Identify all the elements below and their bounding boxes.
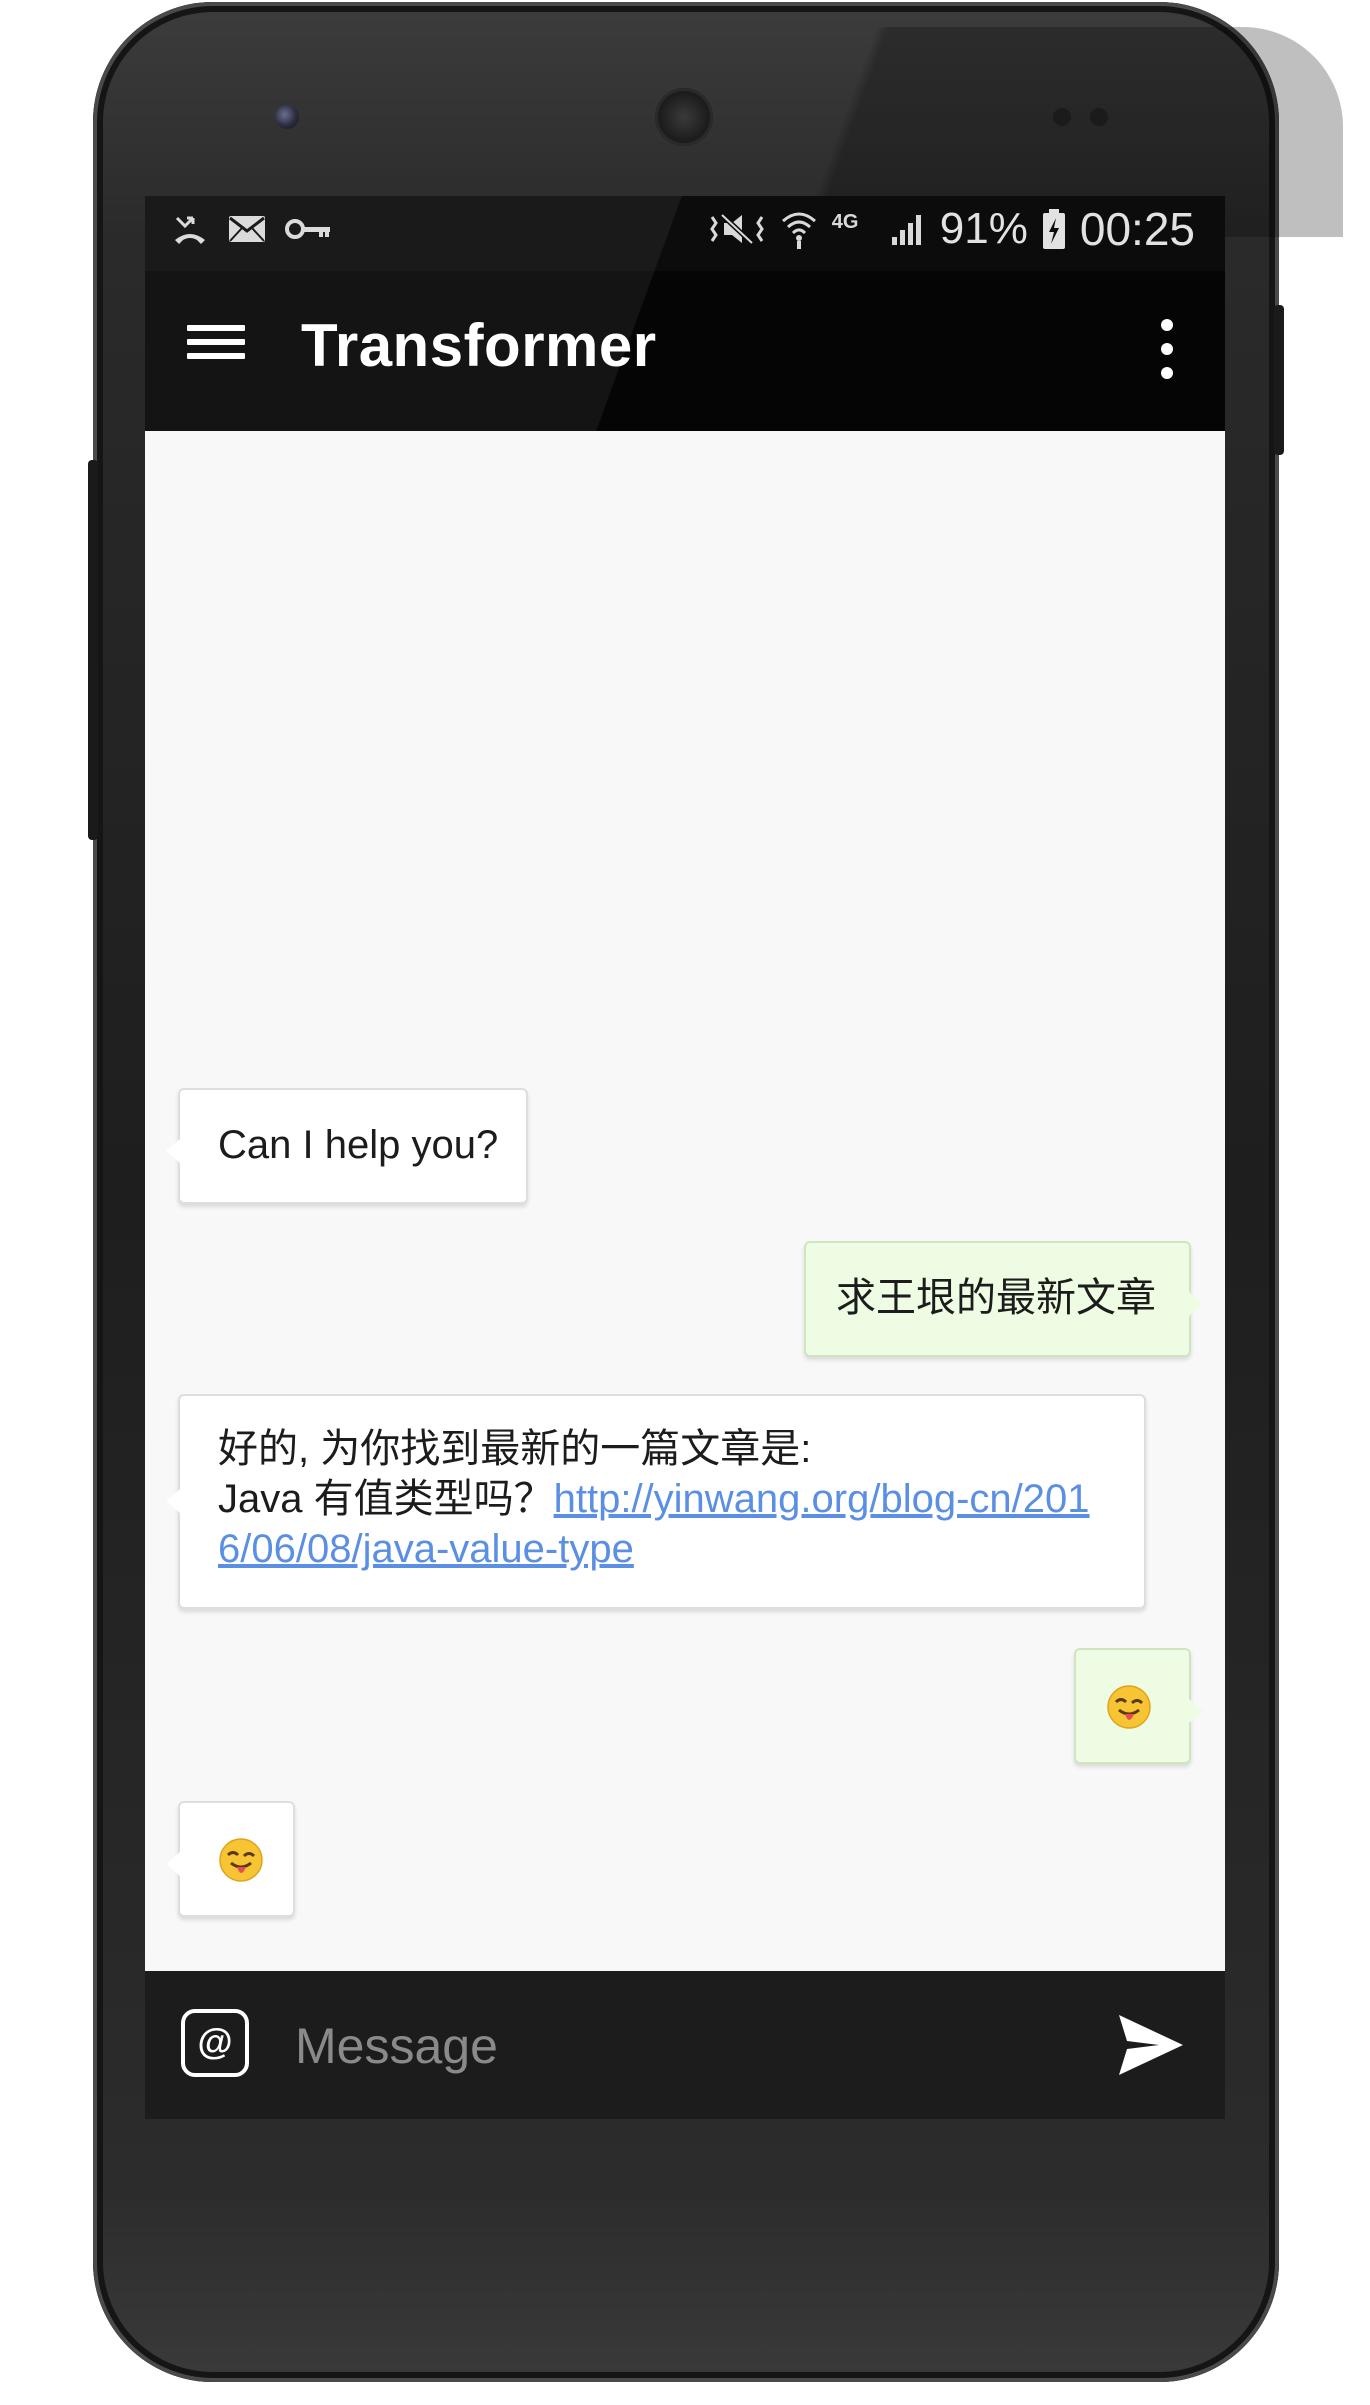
winking-tongue-face-icon xyxy=(1107,1685,1151,1729)
wifi-icon xyxy=(781,212,816,249)
battery-charging-icon xyxy=(1042,209,1065,249)
app-title: Transformer xyxy=(301,312,657,379)
message-outgoing[interactable] xyxy=(1074,1648,1203,1764)
volume-button xyxy=(88,460,98,840)
message-text: 好的, 为你找到最新的一篇文章是: xyxy=(218,1427,812,1471)
message-text: Java 有值类型吗？ xyxy=(218,1477,554,1521)
status-bar: 4G 91% 00:25 xyxy=(145,196,1225,271)
message-outgoing[interactable]: 求王垠的最新文章 xyxy=(804,1241,1203,1357)
message-input-bar: @ xyxy=(145,1971,1225,2119)
screen: 4G 91% 00:25 Transformer Can I help you?… xyxy=(145,196,1225,2119)
message-text: Can I help you? xyxy=(218,1123,499,1167)
battery-percent: 91% xyxy=(939,204,1028,253)
message-incoming[interactable] xyxy=(166,1801,295,1917)
vibrate-icon xyxy=(709,213,764,245)
message-text: 求王垠的最新文章 xyxy=(836,1276,1156,1320)
clock: 00:25 xyxy=(1079,203,1195,255)
power-button xyxy=(1274,305,1284,455)
mention-button[interactable]: @ xyxy=(181,2009,249,2077)
signal-icon xyxy=(891,215,921,245)
front-camera xyxy=(275,105,299,129)
message-input[interactable] xyxy=(293,2005,1097,2087)
vpn-key-icon xyxy=(285,219,330,239)
chat-list[interactable]: Can I help you? 求王垠的最新文章 好的, 为你找到最新的一篇文章… xyxy=(145,431,1225,1971)
more-vert-icon[interactable] xyxy=(1157,319,1177,379)
missed-call-icon xyxy=(175,216,205,244)
message-incoming[interactable]: 好的, 为你找到最新的一篇文章是: Java 有值类型吗？http://yinw… xyxy=(166,1394,1146,1609)
proximity-sensor xyxy=(1053,108,1071,126)
winking-tongue-face-icon xyxy=(219,1838,263,1882)
light-sensor xyxy=(1090,108,1108,126)
send-icon[interactable] xyxy=(1115,2009,1187,2081)
earpiece-speaker xyxy=(655,88,713,146)
app-bar: Transformer xyxy=(145,196,1225,431)
hamburger-menu-icon[interactable] xyxy=(187,317,245,375)
network-type-label: 4G xyxy=(831,211,859,233)
message-incoming[interactable]: Can I help you? xyxy=(166,1088,528,1204)
mail-icon xyxy=(229,216,265,242)
